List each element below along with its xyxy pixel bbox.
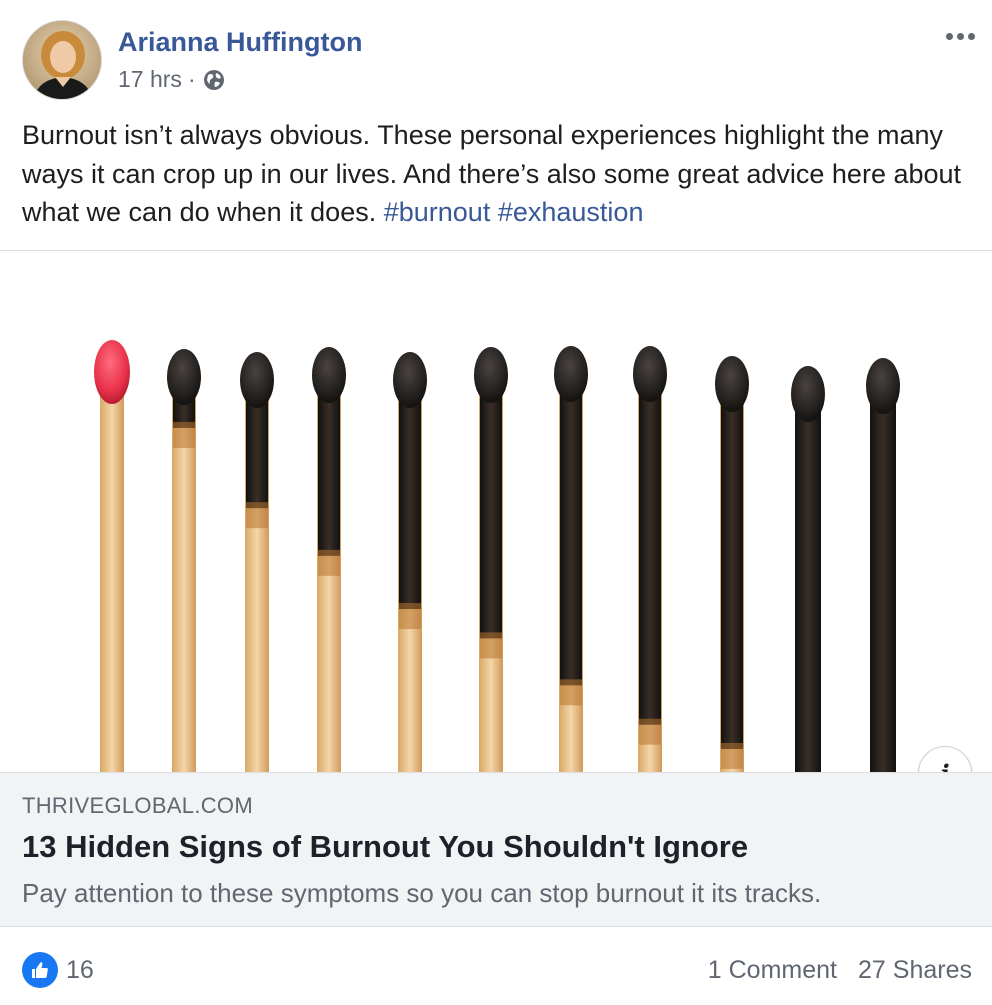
- match-head-burnt: [866, 358, 900, 414]
- author-avatar[interactable]: [22, 20, 102, 100]
- match-burnt-section: [560, 378, 582, 686]
- link-domain: THRIVEGLOBAL.COM: [22, 793, 253, 818]
- match-head-burnt: [715, 356, 749, 412]
- post-time[interactable]: 17 hrs: [118, 66, 182, 93]
- match-head-burnt: [791, 366, 825, 422]
- reactions-bar: 16 1 Comment 27 Shares: [0, 928, 992, 1005]
- match-burnt-section: [399, 384, 421, 610]
- match-head-burnt: [393, 352, 427, 408]
- match-burn-edge: [639, 718, 661, 745]
- author-name[interactable]: Arianna Huffington: [118, 27, 362, 58]
- comments-link[interactable]: 1 Comment: [708, 956, 837, 985]
- match-burn-edge: [246, 502, 268, 529]
- match-head-burnt: [240, 352, 274, 408]
- match-burnt-section: [870, 390, 896, 772]
- meta-separator: ·: [187, 66, 196, 92]
- match-head-red: [94, 340, 130, 404]
- match-burn-edge: [318, 549, 340, 576]
- link-preview-image[interactable]: [0, 251, 992, 772]
- match-burn-edge: [560, 679, 582, 706]
- link-description: Pay attention to these symptoms so you c…: [22, 878, 822, 908]
- more-options-icon[interactable]: [942, 26, 978, 46]
- match-head-burnt: [474, 347, 508, 403]
- hashtag-exhaustion[interactable]: #exhaustion: [498, 197, 644, 227]
- match-burn-edge: [173, 421, 195, 448]
- match-head-burnt: [554, 346, 588, 402]
- match-burnt-section: [639, 378, 661, 725]
- match-burnt-section: [795, 398, 821, 772]
- hashtag-burnout[interactable]: #burnout: [384, 197, 491, 227]
- match-burnt-section: [318, 379, 340, 556]
- match-head-burnt: [312, 347, 346, 403]
- match-burn-edge: [399, 603, 421, 630]
- match-burnt-section: [721, 388, 743, 749]
- match-head-burnt: [633, 346, 667, 402]
- match-burnt-section: [480, 379, 502, 639]
- link-preview-card[interactable]: THRIVEGLOBAL.COM 13 Hidden Signs of Burn…: [0, 772, 992, 927]
- shares-link[interactable]: 27 Shares: [858, 956, 972, 985]
- link-title[interactable]: 13 Hidden Signs of Burnout You Shouldn't…: [22, 829, 748, 865]
- match-burn-edge: [721, 742, 743, 769]
- facebook-post: Arianna Huffington 17 hrs · Burnout isn’…: [0, 0, 992, 1005]
- post-body: Burnout isn’t always obvious. These pers…: [22, 120, 962, 227]
- match-head-burnt: [167, 349, 201, 405]
- match-burn-edge: [480, 632, 502, 659]
- post-meta: 17 hrs ·: [118, 66, 226, 93]
- globe-icon[interactable]: [202, 68, 226, 92]
- like-count[interactable]: 16: [66, 956, 94, 985]
- match-stick: [100, 376, 124, 772]
- like-icon[interactable]: [22, 952, 58, 988]
- post-text: Burnout isn’t always obvious. These pers…: [22, 116, 972, 232]
